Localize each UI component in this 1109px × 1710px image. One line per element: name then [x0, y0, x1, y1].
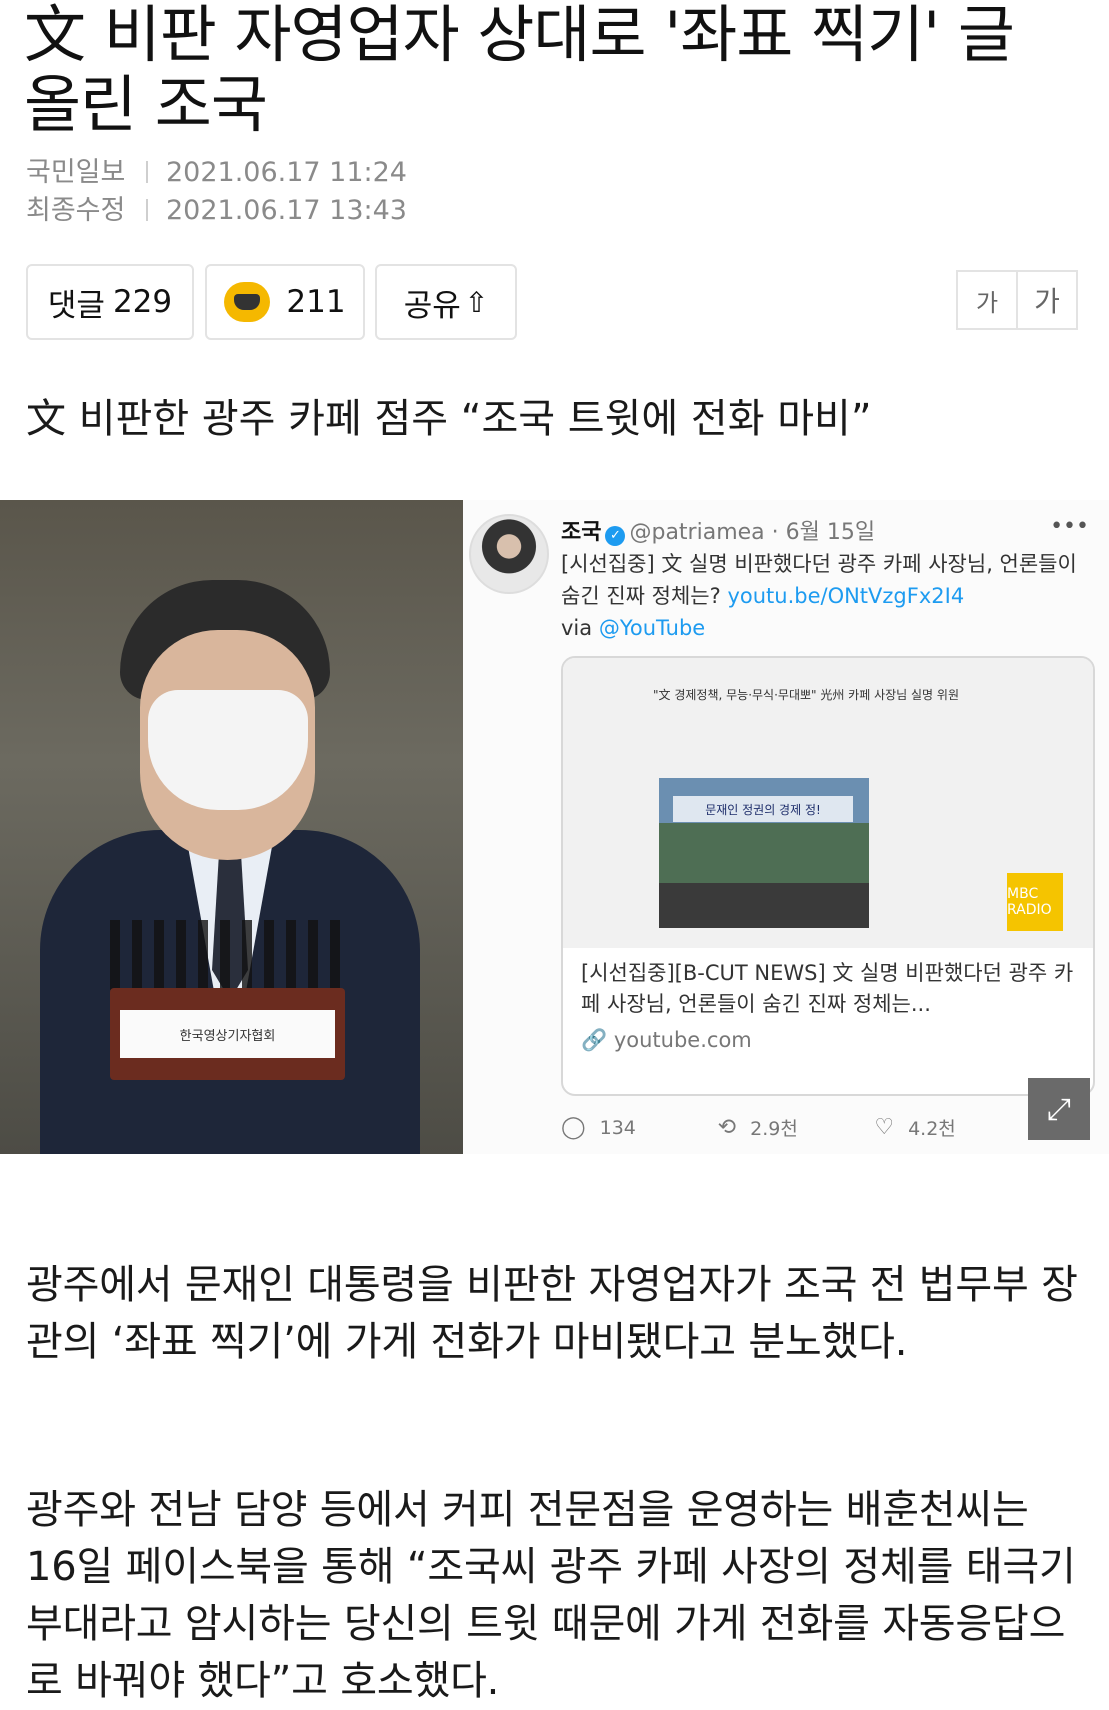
microphones [110, 920, 350, 990]
divider [146, 161, 148, 183]
tweet-screenshot: 조국 ✓ @patriamea · 6월 15일 ••• [시선집중] 文 실명 비… [463, 500, 1109, 1154]
like-emoji-icon [224, 282, 271, 322]
card-title: [시선집중][B-CUT NEWS] 文 실명 비판했다던 광주 카페 사장님,… [581, 961, 1074, 1016]
tweet-actions: ◯ 134 ⟲ 2.9천 ♡ 4.2천 [561, 1114, 1031, 1141]
font-increase-button[interactable]: 가 [1016, 272, 1076, 328]
expand-image-icon[interactable]: ⤢ [1028, 1078, 1090, 1140]
like-button[interactable]: 211 [205, 264, 365, 340]
article-subheadline: 文 비판한 광주 카페 점주 “조국 트윗에 전화 마비” [26, 396, 872, 442]
retweet-icon: ⟲ [717, 1115, 737, 1140]
share-label: 공유 [403, 287, 461, 324]
comment-label: 댓글 [47, 287, 105, 324]
like-count: 211 [286, 284, 346, 320]
share-button[interactable]: 공유 ⇧ [375, 264, 517, 340]
divider [146, 199, 148, 221]
share-icon: ⇧ [464, 285, 489, 319]
heart-icon: ♡ [874, 1115, 895, 1140]
tweet-handle: @patriamea [629, 520, 765, 545]
avatar [469, 514, 549, 594]
tweet-via: via [561, 616, 593, 640]
font-size-control: 가 가 [956, 270, 1078, 330]
verified-icon: ✓ [605, 526, 626, 546]
reply-icon: ◯ [561, 1115, 586, 1140]
tweet-text: [시선집중] 文 실명 비판했다던 광주 카페 사장님, 언론들이 숨긴 진짜 … [561, 552, 1077, 640]
tweet-header: 조국 ✓ @patriamea · 6월 15일 [561, 520, 876, 546]
modified-date: 2021.06.17 13:43 [166, 195, 407, 226]
article-paragraph: 광주와 전남 담양 등에서 커피 전문점을 운영하는 배훈천씨는 16일 페이스… [26, 1487, 1076, 1704]
retweet-stat: ⟲ 2.9천 [717, 1115, 798, 1140]
news-source: 국민일보 [26, 157, 126, 188]
comment-count: 229 [112, 284, 173, 320]
card-banner: 문재인 정권의 경제 정! [673, 796, 853, 822]
link-icon: 🔗 [581, 1028, 608, 1052]
modified-info: 최종수정 2021.06.17 13:43 [26, 188, 407, 227]
like-stat: ♡ 4.2천 [874, 1115, 956, 1140]
article-title: 文 비판 자영업자 상대로 '좌표 찍기' 글 올린 조국 [24, 0, 1015, 141]
more-icon: ••• [1050, 514, 1089, 539]
publish-info: 국민일보 2021.06.17 11:24 [26, 150, 407, 189]
font-decrease-button[interactable]: 가 [958, 272, 1016, 328]
card-thumbnail: "文 경제정책, 무능·무식·무대뽀" 光州 카페 사장님 실명 위원 문재인 … [563, 658, 1093, 948]
mbc-logo: MBC RADIO [1007, 873, 1063, 931]
face-mask [148, 690, 308, 810]
comment-button[interactable]: 댓글 229 [26, 264, 194, 340]
article-photo: 한국영상기자협회 [0, 500, 463, 1154]
modified-label: 최종수정 [26, 195, 126, 226]
reply-stat: ◯ 134 [561, 1115, 636, 1140]
card-domain: 🔗 youtube.com [581, 1028, 752, 1052]
tweet-date: 6월 15일 [785, 520, 876, 545]
podium-label: 한국영상기자협회 [120, 1010, 335, 1058]
article-paragraph: 광주에서 문재인 대통령을 비판한 자영업자가 조국 전 법무부 장관의 ‘좌표… [26, 1262, 1078, 1365]
tweet-via-handle: @YouTube [598, 616, 706, 640]
tweet-author: 조국 [561, 520, 602, 545]
published-date: 2021.06.17 11:24 [166, 157, 407, 188]
card-headline: "文 경제정책, 무능·무식·무대뽀" 光州 카페 사장님 실명 위원 [653, 688, 959, 702]
tweet-link-card: "文 경제정책, 무능·무식·무대뽀" 光州 카페 사장님 실명 위원 문재인 … [561, 656, 1095, 1096]
tweet-link: youtu.be/ONtVzgFx2I4 [727, 584, 965, 608]
